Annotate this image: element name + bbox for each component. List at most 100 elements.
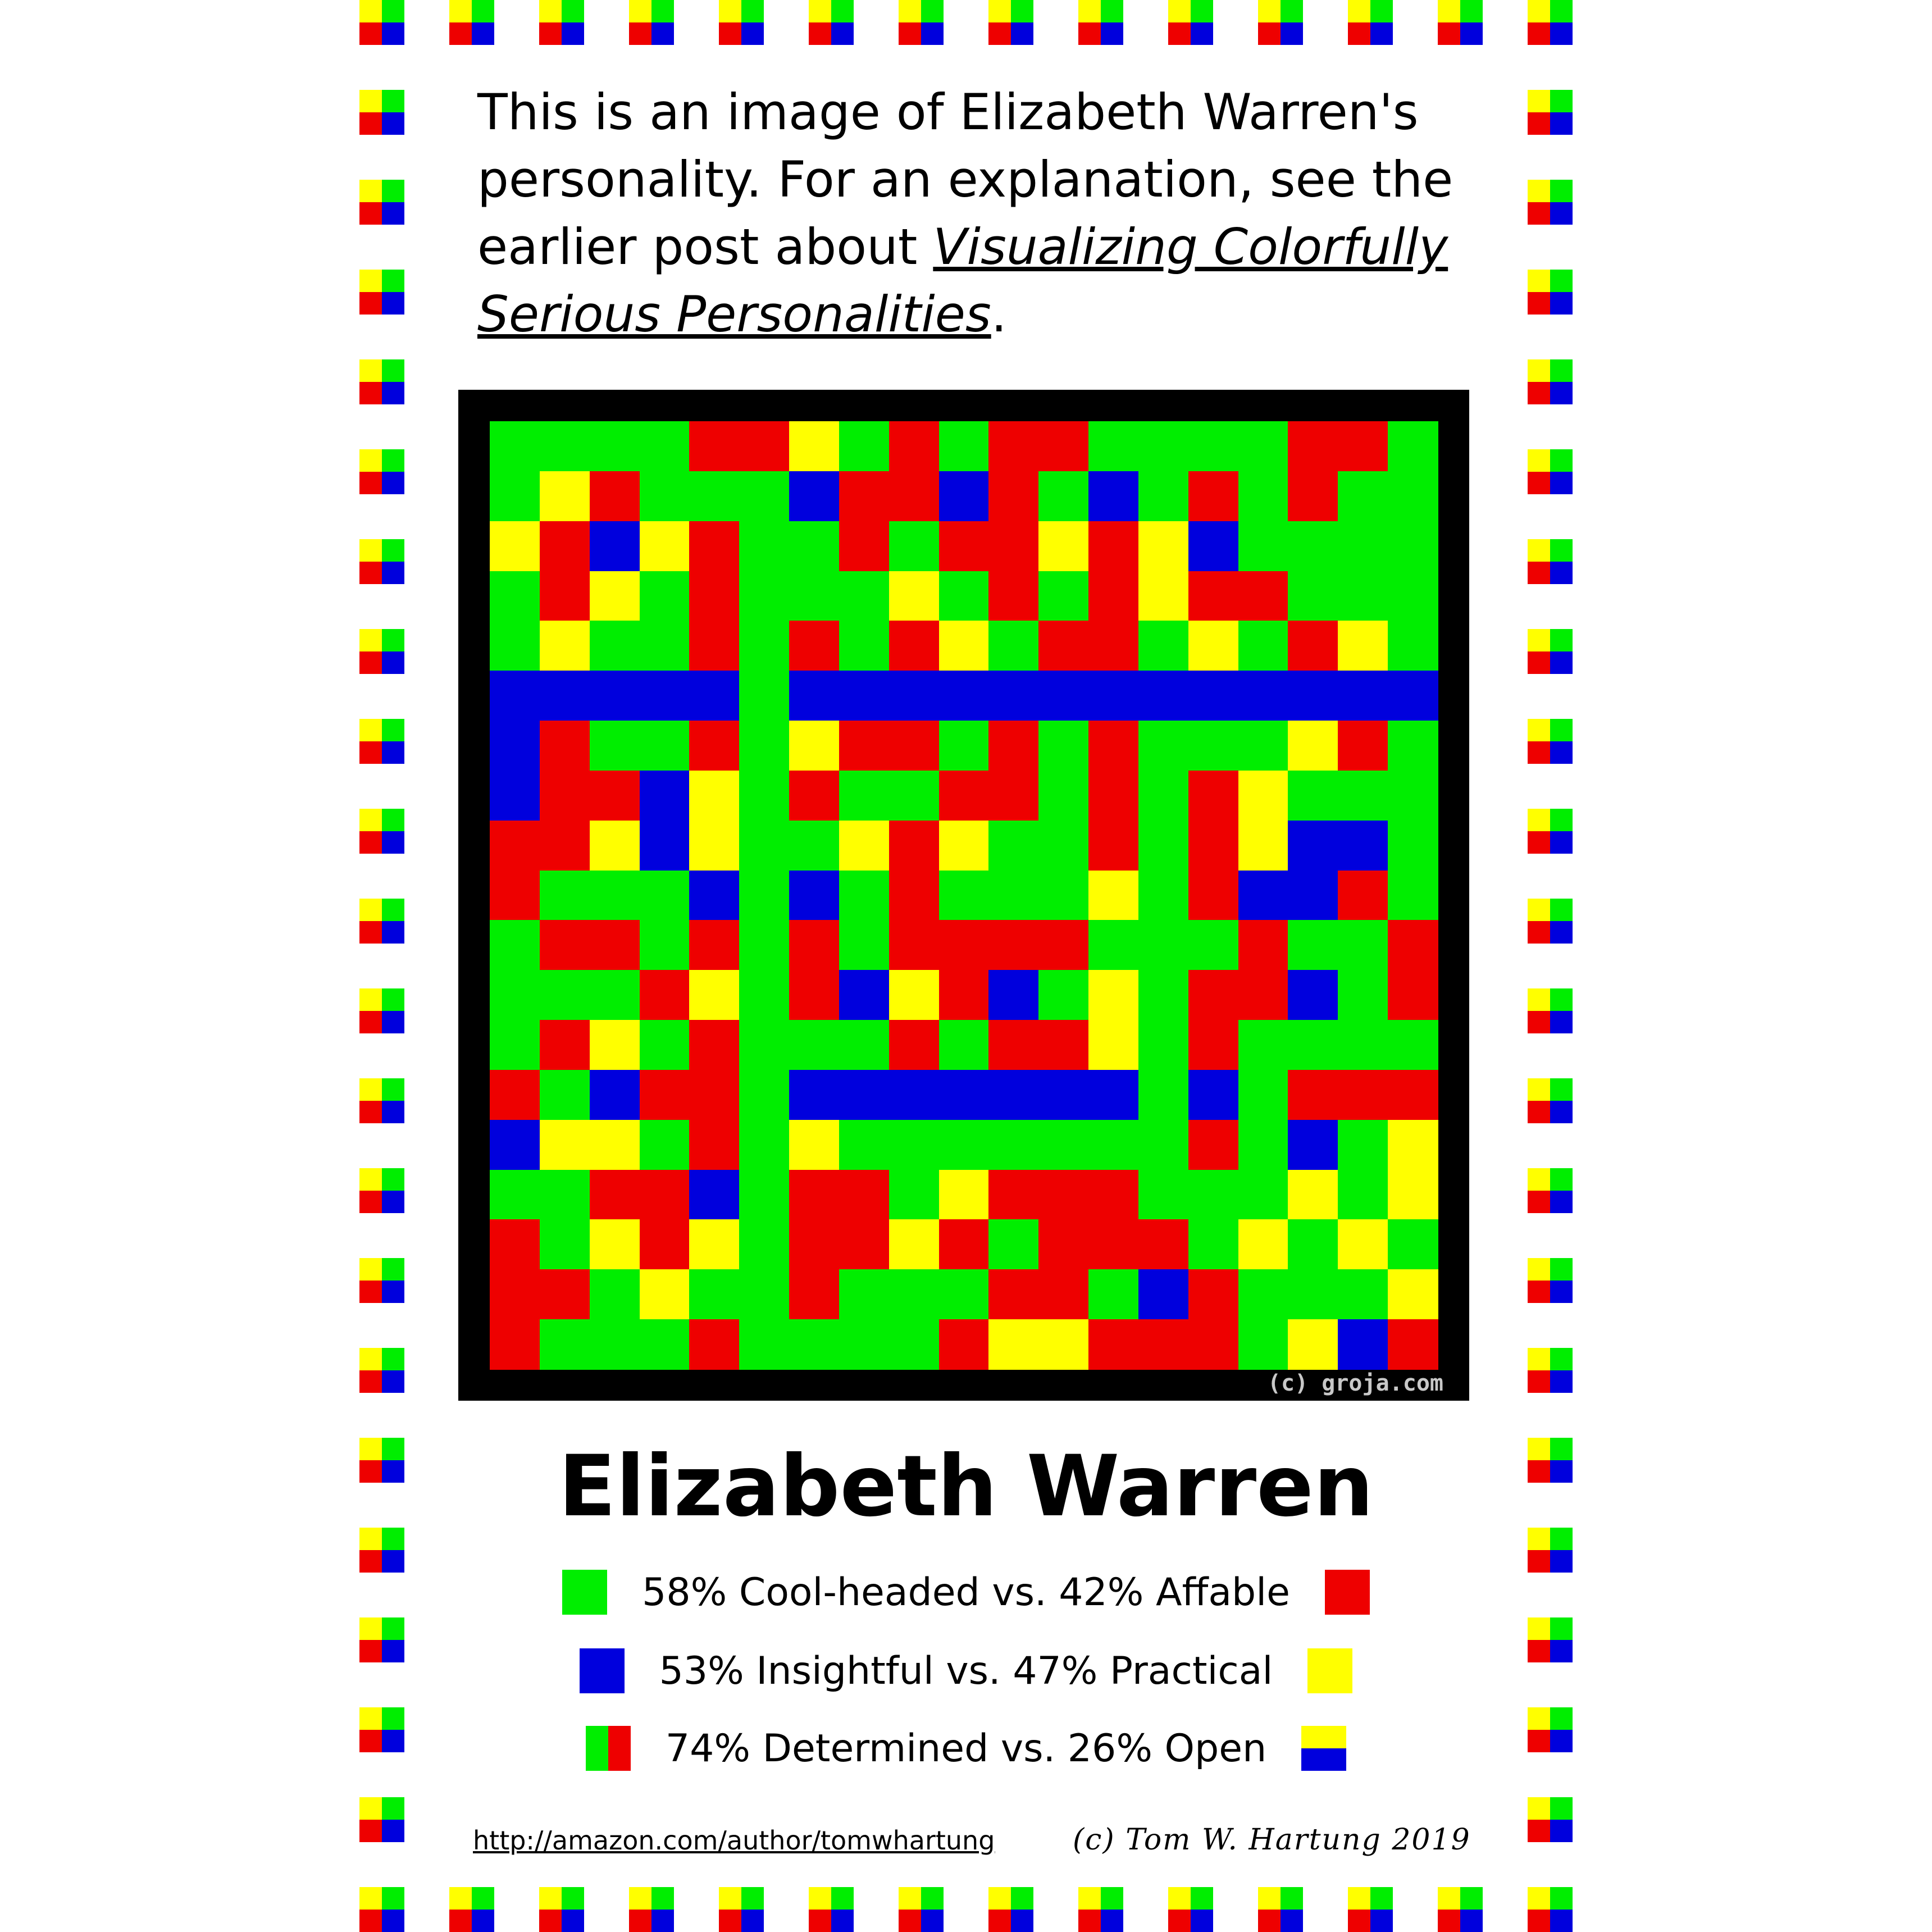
grid-cell bbox=[739, 970, 790, 1020]
personality-grid bbox=[490, 421, 1438, 1370]
grid-cell bbox=[1188, 1020, 1239, 1070]
grid-cell bbox=[1288, 920, 1338, 970]
grid-cell bbox=[988, 970, 1039, 1020]
grid-cell bbox=[689, 1169, 740, 1220]
grid-cell bbox=[589, 671, 640, 721]
color-tile bbox=[1528, 988, 1573, 1033]
grid-cell bbox=[1388, 970, 1438, 1020]
grid-cell bbox=[1238, 1269, 1289, 1320]
trait-text: 58% Cool-headed vs. 42% Affable bbox=[642, 1570, 1290, 1615]
color-tile bbox=[719, 0, 764, 45]
grid-cell bbox=[589, 970, 640, 1020]
color-tile bbox=[1348, 1887, 1393, 1932]
grid-cell bbox=[639, 1269, 690, 1320]
personality-grid-frame: (c) groja.com bbox=[458, 390, 1469, 1401]
grid-cell bbox=[938, 521, 990, 572]
color-tile bbox=[359, 1168, 404, 1213]
grid-cell bbox=[639, 621, 690, 671]
color-tile bbox=[359, 90, 404, 135]
intro-period: . bbox=[991, 285, 1007, 343]
color-tile bbox=[1078, 0, 1123, 45]
grid-cell bbox=[888, 621, 940, 671]
grid-cell bbox=[938, 721, 990, 771]
grid-cell bbox=[639, 421, 690, 472]
grid-cell bbox=[1388, 770, 1438, 821]
color-tile bbox=[359, 539, 404, 584]
grid-cell bbox=[1288, 1020, 1338, 1070]
grid-cell bbox=[490, 1319, 540, 1370]
grid-cell bbox=[1038, 970, 1089, 1020]
trait-row-3: 74% Determined vs. 26% Open bbox=[0, 1724, 1932, 1771]
grid-cell bbox=[589, 1319, 640, 1370]
color-tile bbox=[1438, 1887, 1483, 1932]
grid-cell bbox=[988, 920, 1039, 970]
grid-cell bbox=[1388, 521, 1438, 572]
color-tile bbox=[359, 1348, 404, 1393]
trait-text: 53% Insightful vs. 47% Practical bbox=[659, 1648, 1273, 1693]
grid-cell bbox=[1338, 1020, 1388, 1070]
grid-cell bbox=[1288, 1119, 1338, 1170]
grid-cell bbox=[1238, 1119, 1289, 1170]
author-url-link[interactable]: http://amazon.com/author/tomwhartung bbox=[473, 1825, 995, 1856]
grid-cell bbox=[1288, 1169, 1338, 1220]
grid-cell bbox=[1138, 770, 1189, 821]
grid-cell bbox=[938, 870, 990, 921]
grid-cell bbox=[589, 770, 640, 821]
grid-cell bbox=[1138, 870, 1189, 921]
grid-cell bbox=[1138, 820, 1189, 871]
grid-cell bbox=[1088, 571, 1139, 621]
grid-cell bbox=[589, 1020, 640, 1070]
color-tile bbox=[1528, 809, 1573, 854]
grid-cell bbox=[938, 1169, 990, 1220]
grid-cell bbox=[1088, 621, 1139, 671]
grid-cell bbox=[938, 920, 990, 970]
grid-cell bbox=[988, 621, 1039, 671]
grid-cell bbox=[938, 471, 990, 522]
grid-cell bbox=[639, 770, 690, 821]
grid-cell bbox=[1038, 421, 1089, 472]
grid-cell bbox=[739, 671, 790, 721]
grid-cell bbox=[1338, 1119, 1388, 1170]
grid-cell bbox=[839, 521, 890, 572]
color-tile bbox=[988, 1887, 1033, 1932]
grid-cell bbox=[789, 471, 840, 522]
grid-cell bbox=[1138, 1319, 1189, 1370]
grid-cell bbox=[839, 1119, 890, 1170]
grid-cell bbox=[539, 1219, 590, 1270]
red-swatch bbox=[1324, 1570, 1370, 1615]
grid-cell bbox=[689, 571, 740, 621]
grid-cell bbox=[789, 421, 840, 472]
grid-cell bbox=[1088, 1219, 1139, 1270]
color-tile bbox=[359, 359, 404, 404]
grid-cell bbox=[1188, 521, 1239, 572]
color-tile bbox=[359, 809, 404, 854]
grid-cell bbox=[1338, 1069, 1388, 1120]
grid-cell bbox=[490, 1020, 540, 1070]
grid-cell bbox=[839, 1169, 890, 1220]
grid-cell bbox=[1138, 1069, 1189, 1120]
grid-cell bbox=[1388, 820, 1438, 871]
grid-cell bbox=[888, 1119, 940, 1170]
grid-cell bbox=[1388, 1269, 1438, 1320]
grid-cell bbox=[1238, 1169, 1289, 1220]
grid-cell bbox=[539, 770, 590, 821]
grid-cell bbox=[1038, 1119, 1089, 1170]
grid-cell bbox=[589, 870, 640, 921]
grid-cell bbox=[1338, 521, 1388, 572]
color-tile bbox=[359, 899, 404, 944]
grid-cell bbox=[839, 770, 890, 821]
grid-cell bbox=[1338, 721, 1388, 771]
grid-cell bbox=[1388, 1319, 1438, 1370]
grid-cell bbox=[689, 1219, 740, 1270]
grid-cell bbox=[639, 471, 690, 522]
grid-cell bbox=[589, 1269, 640, 1320]
grid-cell bbox=[789, 721, 840, 771]
grid-cell bbox=[888, 721, 940, 771]
grid-cell bbox=[539, 1020, 590, 1070]
grid-cell bbox=[888, 820, 940, 871]
grid-cell bbox=[1088, 1269, 1139, 1320]
grid-cell bbox=[539, 521, 590, 572]
grid-cell bbox=[589, 820, 640, 871]
grid-cell bbox=[490, 1119, 540, 1170]
grid-cell bbox=[1238, 920, 1289, 970]
